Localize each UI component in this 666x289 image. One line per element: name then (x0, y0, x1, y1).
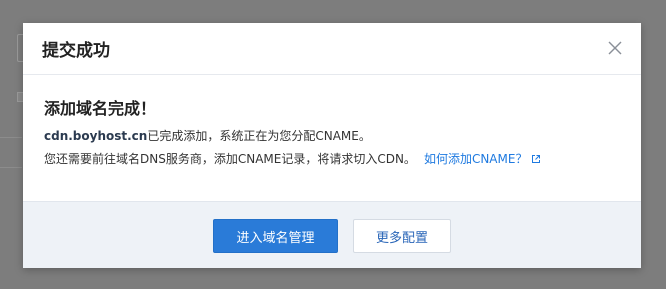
status-text: 已完成添加，系统正在为您分配CNAME。 (147, 129, 371, 143)
instruction-message: 您还需要前往域名DNS服务商，添加CNAME记录，将请求切入CDN。 如何添加CN… (44, 150, 541, 167)
dialog-body: 添加域名完成！ cdn.boyhost.cn已完成添加，系统正在为您分配CNAM… (23, 75, 641, 201)
dialog-title: 提交成功 (42, 41, 110, 61)
background-divider (0, 167, 22, 168)
success-heading: 添加域名完成！ (44, 99, 157, 118)
domain-name: cdn.boyhost.cn (44, 129, 148, 143)
help-link-label: 如何添加CNAME？ (423, 152, 528, 166)
close-icon (608, 41, 622, 55)
domain-management-button[interactable]: 进入域名管理 (213, 219, 338, 253)
help-link[interactable]: 如何添加CNAME？ (424, 152, 542, 166)
close-button[interactable] (605, 38, 625, 58)
external-link-icon (532, 155, 541, 163)
dialog-header: 提交成功 (23, 23, 641, 75)
more-config-button[interactable]: 更多配置 (353, 219, 451, 253)
instruction-text: 您还需要前往域名DNS服务商，添加CNAME记录，将请求切入CDN。 (44, 152, 416, 166)
success-dialog: 提交成功 添加域名完成！ cdn.boyhost.cn已完成添加，系统正在为您分… (23, 23, 641, 268)
status-message: cdn.boyhost.cn已完成添加，系统正在为您分配CNAME。 (44, 127, 371, 144)
dialog-footer: 进入域名管理 更多配置 (23, 201, 641, 268)
background-divider (0, 137, 22, 138)
